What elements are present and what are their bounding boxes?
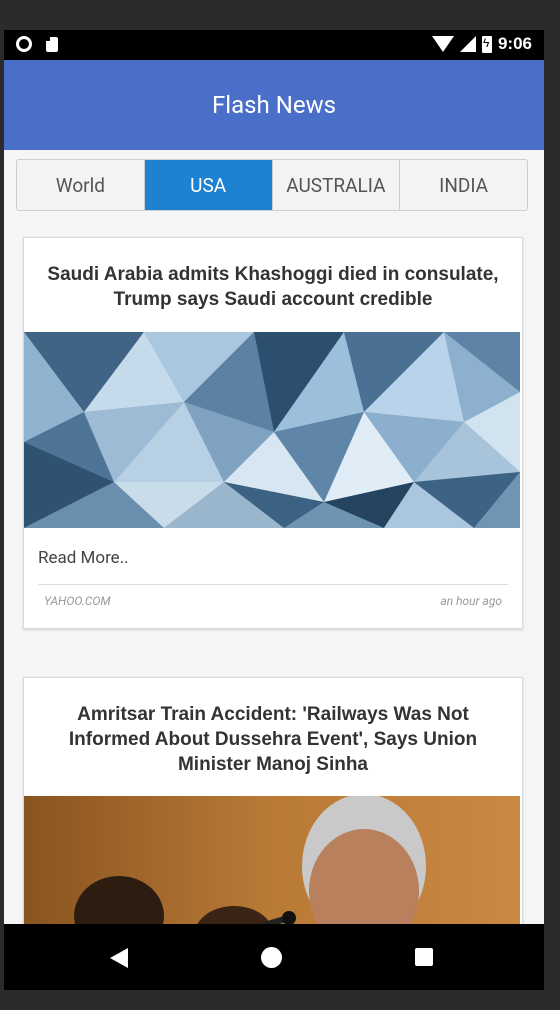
app-bar: Flash News (4, 60, 544, 150)
read-more-link[interactable]: Read More.. (24, 548, 522, 568)
back-icon[interactable] (110, 948, 128, 968)
tab-world[interactable]: World (17, 160, 145, 210)
recents-icon[interactable] (415, 948, 433, 966)
article-image[interactable] (24, 796, 520, 924)
article-image[interactable] (24, 332, 520, 528)
notification-circle-icon (16, 36, 32, 52)
status-time: 9:06 (497, 34, 532, 53)
device-screen: 9:06 Flash News World USA AUSTRALIA INDI… (4, 30, 544, 990)
card-footer: YAHOO.COM an hour ago (38, 584, 508, 608)
category-tabs: World USA AUSTRALIA INDIA (16, 159, 528, 211)
article-title[interactable]: Saudi Arabia admits Khashoggi died in co… (24, 262, 522, 332)
article-time: an hour ago (440, 594, 502, 608)
battery-icon (481, 35, 492, 53)
article-source: YAHOO.COM (44, 594, 111, 608)
navigation-bar (4, 924, 544, 990)
home-icon[interactable] (261, 947, 282, 968)
app-title: Flash News (212, 91, 336, 119)
tab-australia[interactable]: AUSTRALIA (273, 160, 401, 210)
news-card[interactable]: Amritsar Train Accident: 'Railways Was N… (23, 677, 523, 924)
tab-usa[interactable]: USA (144, 160, 273, 210)
status-bar: 9:06 (4, 30, 544, 60)
article-title[interactable]: Amritsar Train Accident: 'Railways Was N… (24, 702, 522, 796)
sd-card-icon (46, 36, 58, 52)
content-area[interactable]: World USA AUSTRALIA INDIA Saudi Arabia a… (4, 150, 544, 924)
wifi-icon (431, 36, 454, 52)
tab-india[interactable]: INDIA (400, 160, 527, 210)
news-card[interactable]: Saudi Arabia admits Khashoggi died in co… (23, 237, 523, 629)
signal-icon (459, 36, 476, 52)
